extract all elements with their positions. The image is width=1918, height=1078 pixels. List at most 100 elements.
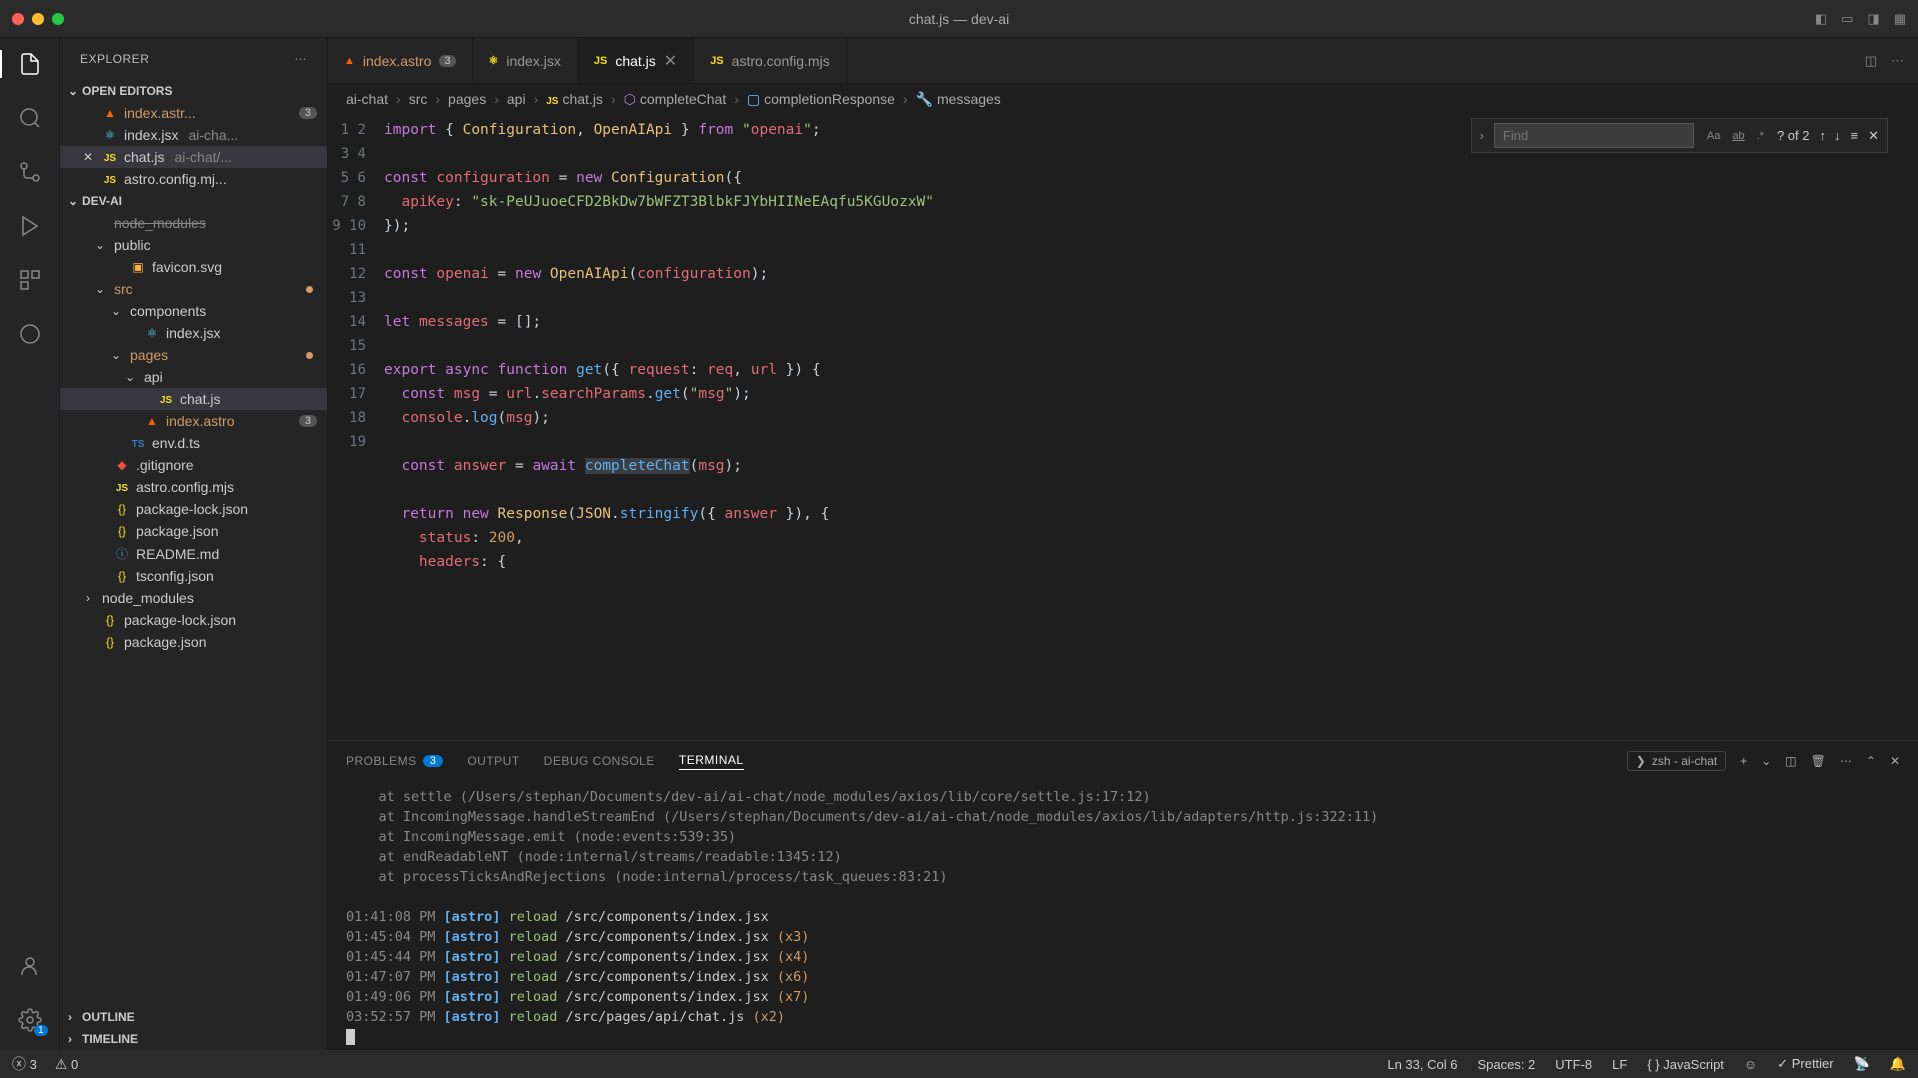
tree-item[interactable]: TSenv.d.ts	[60, 432, 327, 454]
tree-item[interactable]: ⓘREADME.md	[60, 542, 327, 565]
open-editors-header[interactable]: ⌄OPEN EDITORS	[60, 80, 327, 102]
status-warnings[interactable]: ⚠ 0	[55, 1056, 78, 1073]
breadcrumb[interactable]: ai-chat›src›pages›api›JSchat.js›⬡complet…	[328, 84, 1918, 114]
debug-activity[interactable]	[16, 212, 44, 240]
tree-item[interactable]: ▣favicon.svg	[60, 256, 327, 278]
minimize-window-button[interactable]	[32, 13, 44, 25]
tree-item[interactable]: ⌄src	[60, 278, 327, 300]
breadcrumb-item[interactable]: api	[507, 91, 526, 107]
status-broadcast-icon[interactable]: 📡	[1854, 1056, 1870, 1072]
status-eol[interactable]: LF	[1612, 1057, 1627, 1072]
explorer-activity[interactable]	[16, 50, 44, 78]
panel-bottom-icon[interactable]: ▭	[1841, 11, 1853, 27]
status-bell-icon[interactable]: 🔔	[1890, 1056, 1906, 1072]
code-editor[interactable]: import { Configuration, OpenAIApi } from…	[384, 114, 1918, 740]
open-editor-item[interactable]: ⚛index.jsxai-cha...	[60, 124, 327, 146]
panel-right-icon[interactable]: ◨	[1867, 11, 1879, 27]
editor-tab[interactable]: ▲index.astro3	[328, 38, 473, 83]
editor-tab[interactable]: JSastro.config.mjs	[694, 38, 847, 83]
close-window-button[interactable]	[12, 13, 24, 25]
scm-activity[interactable]	[16, 158, 44, 186]
close-icon[interactable]: ✕	[80, 150, 96, 164]
match-word-icon[interactable]: ab	[1729, 128, 1747, 144]
editor-tab[interactable]: JSchat.js✕	[578, 38, 694, 83]
outline-header[interactable]: ›OUTLINE	[60, 1006, 327, 1028]
find-widget: › Aa ab .* ? of 2 ↑ ↓ ≡ ✕	[1471, 118, 1888, 153]
kill-terminal-icon[interactable]: 🗑	[1811, 754, 1826, 768]
open-editor-item[interactable]: ▲index.astr...3	[60, 102, 327, 124]
tree-item[interactable]: ⌄components	[60, 300, 327, 322]
breadcrumb-item[interactable]: pages	[448, 91, 486, 107]
maximize-window-button[interactable]	[52, 13, 64, 25]
find-close-icon[interactable]: ✕	[1868, 128, 1879, 144]
tree-item[interactable]: {}package-lock.json	[60, 609, 327, 631]
settings-activity[interactable]: 1	[16, 1006, 44, 1034]
problems-tab[interactable]: PROBLEMS 3	[346, 754, 443, 768]
close-tab-icon[interactable]: ✕	[664, 51, 677, 71]
status-feedback-icon[interactable]: ☺	[1744, 1057, 1757, 1072]
tree-item[interactable]: JSchat.js	[60, 388, 327, 410]
regex-icon[interactable]: .*	[1754, 128, 1767, 144]
edge-activity[interactable]	[16, 320, 44, 348]
open-editor-item[interactable]: JSastro.config.mj...	[60, 168, 327, 190]
status-errors[interactable]: ⓧ 3	[12, 1054, 37, 1074]
output-tab[interactable]: OUTPUT	[467, 754, 519, 768]
activity-bar: 1	[0, 38, 60, 1050]
terminal-tab[interactable]: TERMINAL	[679, 753, 744, 770]
status-encoding[interactable]: UTF-8	[1555, 1057, 1592, 1072]
tree-item[interactable]: ⚛index.jsx	[60, 322, 327, 344]
tree-item[interactable]: ◆.gitignore	[60, 454, 327, 476]
timeline-header[interactable]: ›TIMELINE	[60, 1028, 327, 1050]
search-activity[interactable]	[16, 104, 44, 132]
status-language[interactable]: { } JavaScript	[1647, 1057, 1724, 1072]
status-spaces[interactable]: Spaces: 2	[1477, 1057, 1535, 1072]
open-editor-item[interactable]: ✕JSchat.jsai-chat/...	[60, 146, 327, 168]
find-prev-icon[interactable]: ↑	[1820, 128, 1827, 143]
find-next-icon[interactable]: ↓	[1834, 128, 1841, 143]
tree-item[interactable]: {}package.json	[60, 520, 327, 542]
maximize-panel-icon[interactable]: ⌃	[1866, 754, 1876, 768]
sidebar-more-icon[interactable]: ⋯	[295, 52, 308, 66]
debug-console-tab[interactable]: DEBUG CONSOLE	[544, 754, 655, 768]
close-panel-icon[interactable]: ✕	[1890, 754, 1900, 768]
account-activity[interactable]	[16, 952, 44, 980]
tree-item[interactable]: ▲index.astro3	[60, 410, 327, 432]
breadcrumb-item[interactable]: ai-chat	[346, 91, 388, 107]
tree-item[interactable]: ⌄pages	[60, 344, 327, 366]
breadcrumb-item[interactable]: ▢completionResponse	[747, 91, 895, 108]
editor-area: ▲index.astro3⚛index.jsxJSchat.js✕JSastro…	[328, 38, 1918, 1050]
split-terminal-icon[interactable]: ◫	[1785, 754, 1796, 768]
tree-item[interactable]: ›node_modules	[60, 587, 327, 609]
status-lncol[interactable]: Ln 33, Col 6	[1387, 1057, 1457, 1072]
terminal-dropdown-icon[interactable]: ⌄	[1761, 754, 1771, 768]
window-title: chat.js — dev-ai	[909, 11, 1009, 27]
tree-item[interactable]: JSastro.config.mjs	[60, 476, 327, 498]
project-header[interactable]: ⌄DEV-AI	[60, 190, 327, 212]
split-editor-icon[interactable]: ◫	[1865, 53, 1877, 69]
tree-item[interactable]: ⌄api	[60, 366, 327, 388]
terminal-selector[interactable]: ❯ zsh - ai-chat	[1627, 751, 1726, 771]
editor-tab[interactable]: ⚛index.jsx	[473, 38, 578, 83]
more-terminal-icon[interactable]: ⋯	[1840, 754, 1852, 768]
find-input[interactable]	[1494, 123, 1694, 148]
match-case-icon[interactable]: Aa	[1704, 128, 1723, 144]
problems-badge: 3	[423, 755, 444, 767]
layout-grid-icon[interactable]: ▦	[1894, 11, 1906, 27]
tree-item[interactable]: node_modules	[60, 212, 327, 234]
tree-item[interactable]: {}tsconfig.json	[60, 565, 327, 587]
panel-toggle-icon[interactable]: ◧	[1815, 11, 1827, 27]
breadcrumb-item[interactable]: ⬡completeChat	[624, 91, 727, 108]
terminal-output[interactable]: at settle (/Users/stephan/Documents/dev-…	[328, 781, 1918, 1050]
tree-item[interactable]: {}package-lock.json	[60, 498, 327, 520]
tree-item[interactable]: {}package.json	[60, 631, 327, 653]
new-terminal-icon[interactable]: +	[1740, 754, 1747, 768]
breadcrumb-item[interactable]: JSchat.js	[546, 91, 603, 107]
extensions-activity[interactable]	[16, 266, 44, 294]
breadcrumb-item[interactable]: src	[409, 91, 428, 107]
tree-item[interactable]: ⌄public	[60, 234, 327, 256]
find-selection-icon[interactable]: ≡	[1851, 128, 1859, 143]
status-prettier[interactable]: ✓ Prettier	[1777, 1056, 1833, 1072]
breadcrumb-item[interactable]: 🔧messages	[916, 91, 1001, 108]
find-toggle-replace-icon[interactable]: ›	[1480, 128, 1484, 143]
more-actions-icon[interactable]: ⋯	[1891, 53, 1904, 69]
